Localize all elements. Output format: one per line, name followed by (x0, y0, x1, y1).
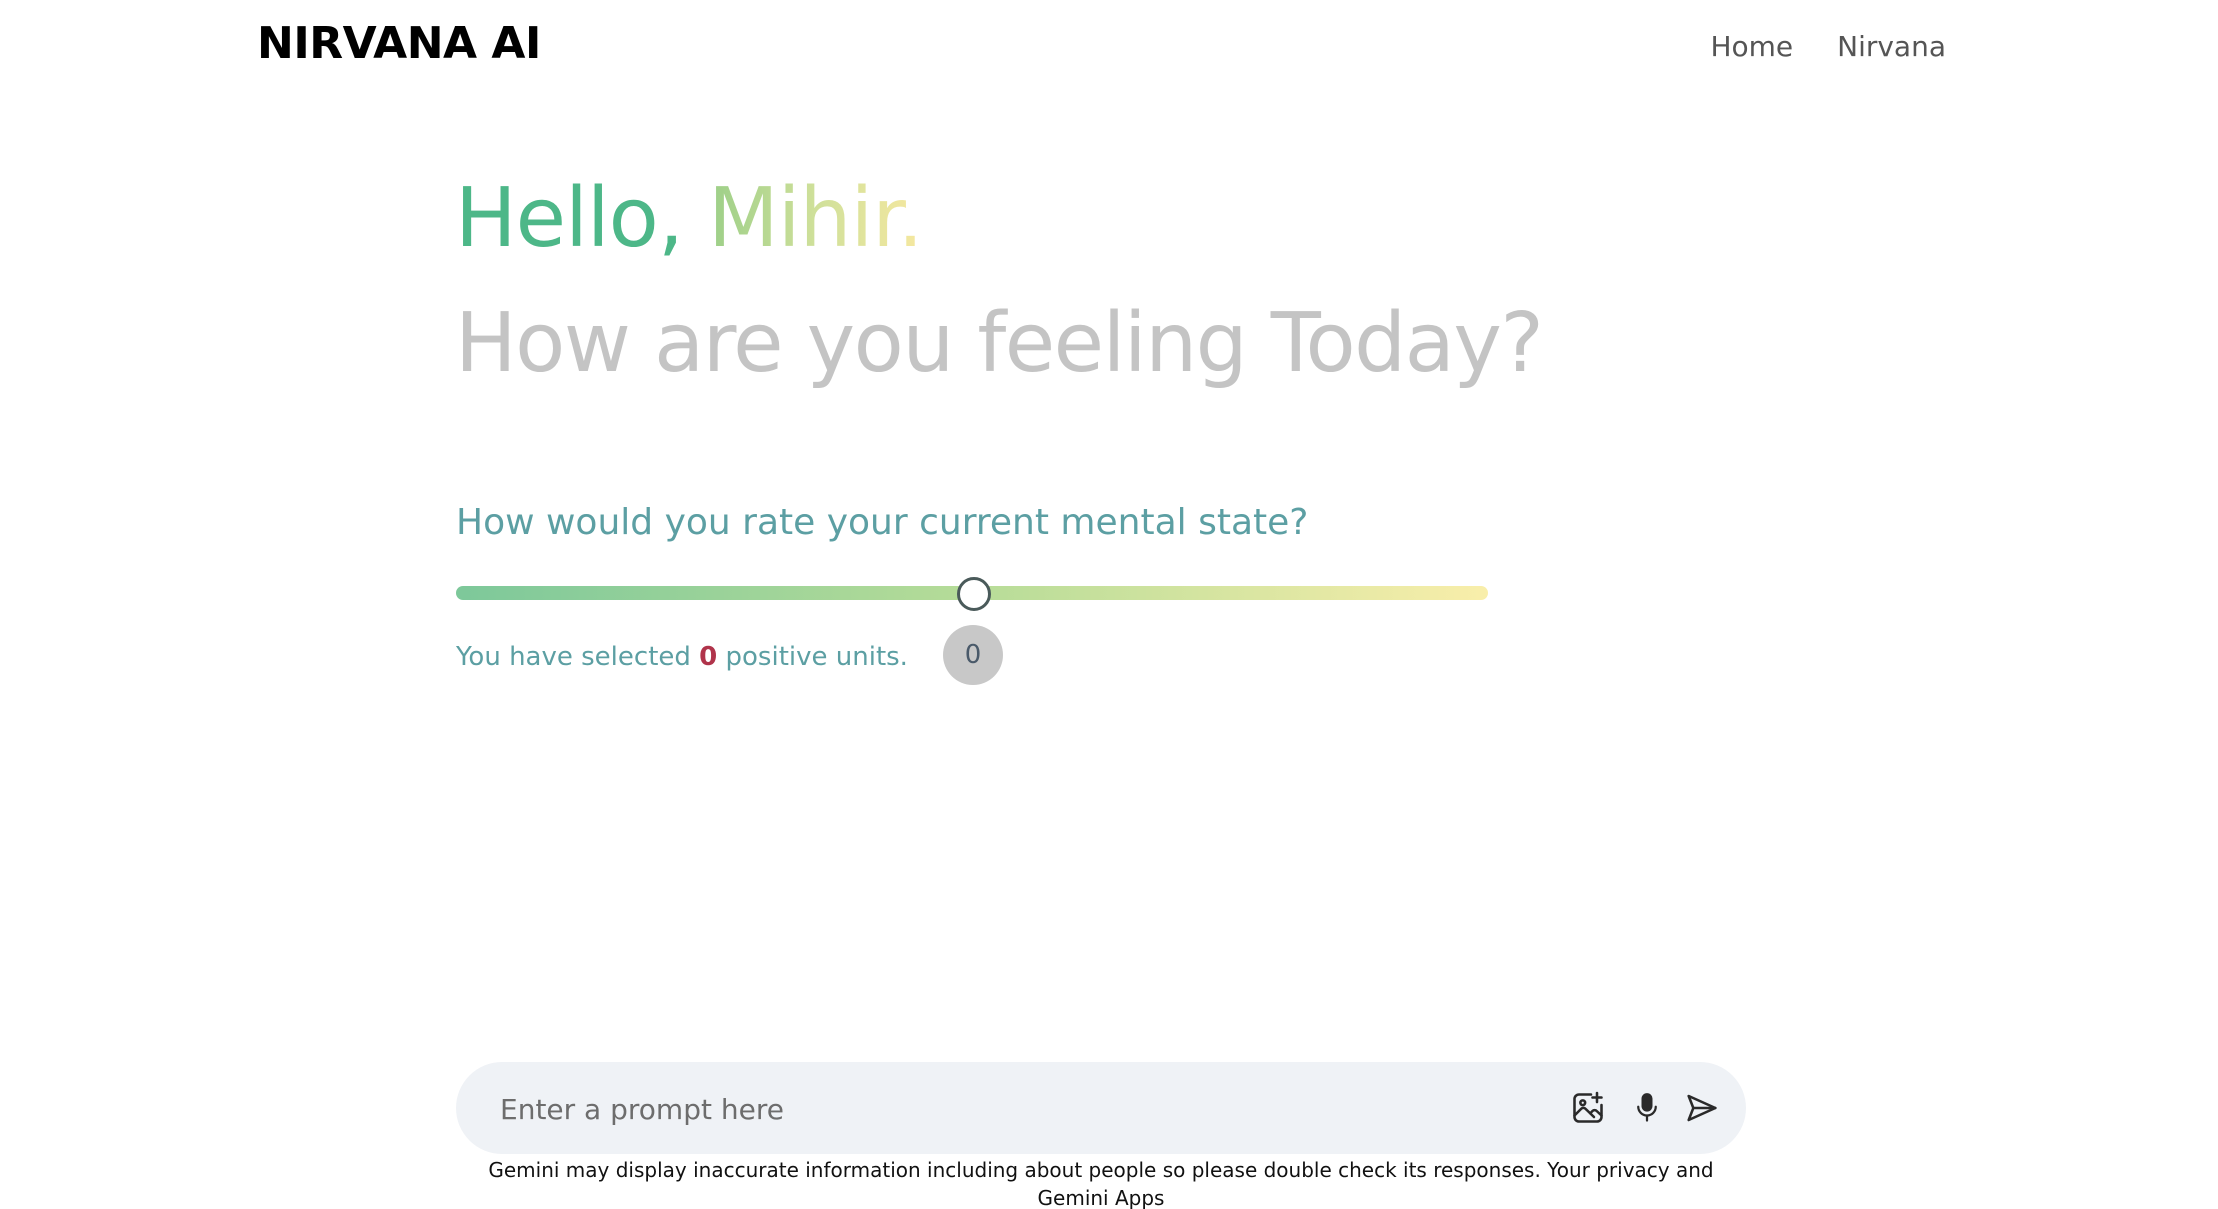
disclaimer-text: Gemini may display inaccurate informatio… (488, 1158, 1714, 1209)
selected-suffix: positive units. (717, 642, 908, 672)
selected-units-text: You have selected 0 positive units. (456, 642, 908, 672)
send-icon[interactable] (1682, 1088, 1722, 1128)
nav-link-nirvana[interactable]: Nirvana (1837, 30, 1946, 63)
add-image-icon[interactable] (1568, 1088, 1608, 1128)
selected-units-value: 0 (699, 642, 718, 672)
prompt-bar (456, 1062, 1746, 1154)
mood-slider-thumb[interactable] (957, 577, 991, 611)
microphone-icon[interactable] (1627, 1088, 1667, 1128)
nav-link-home[interactable]: Home (1710, 30, 1793, 63)
page: NIRVANA AI Home Nirvana Hello, Mihir. Ho… (0, 0, 2218, 1209)
greeting-heading: Hello, Mihir. (455, 178, 924, 260)
rating-question: How would you rate your current mental s… (456, 502, 1309, 543)
greeting-subtitle: How are you feeling Today? (455, 296, 1544, 391)
greeting-user-name: Mihir. (707, 171, 924, 266)
greeting-hello: Hello, (455, 171, 708, 266)
top-nav: Home Nirvana (1710, 30, 1946, 63)
brand-logo[interactable]: NIRVANA AI (257, 18, 541, 69)
selected-prefix: You have selected (456, 642, 700, 672)
slider-value-bubble: 0 (943, 625, 1003, 685)
prompt-input[interactable] (498, 1084, 1502, 1134)
